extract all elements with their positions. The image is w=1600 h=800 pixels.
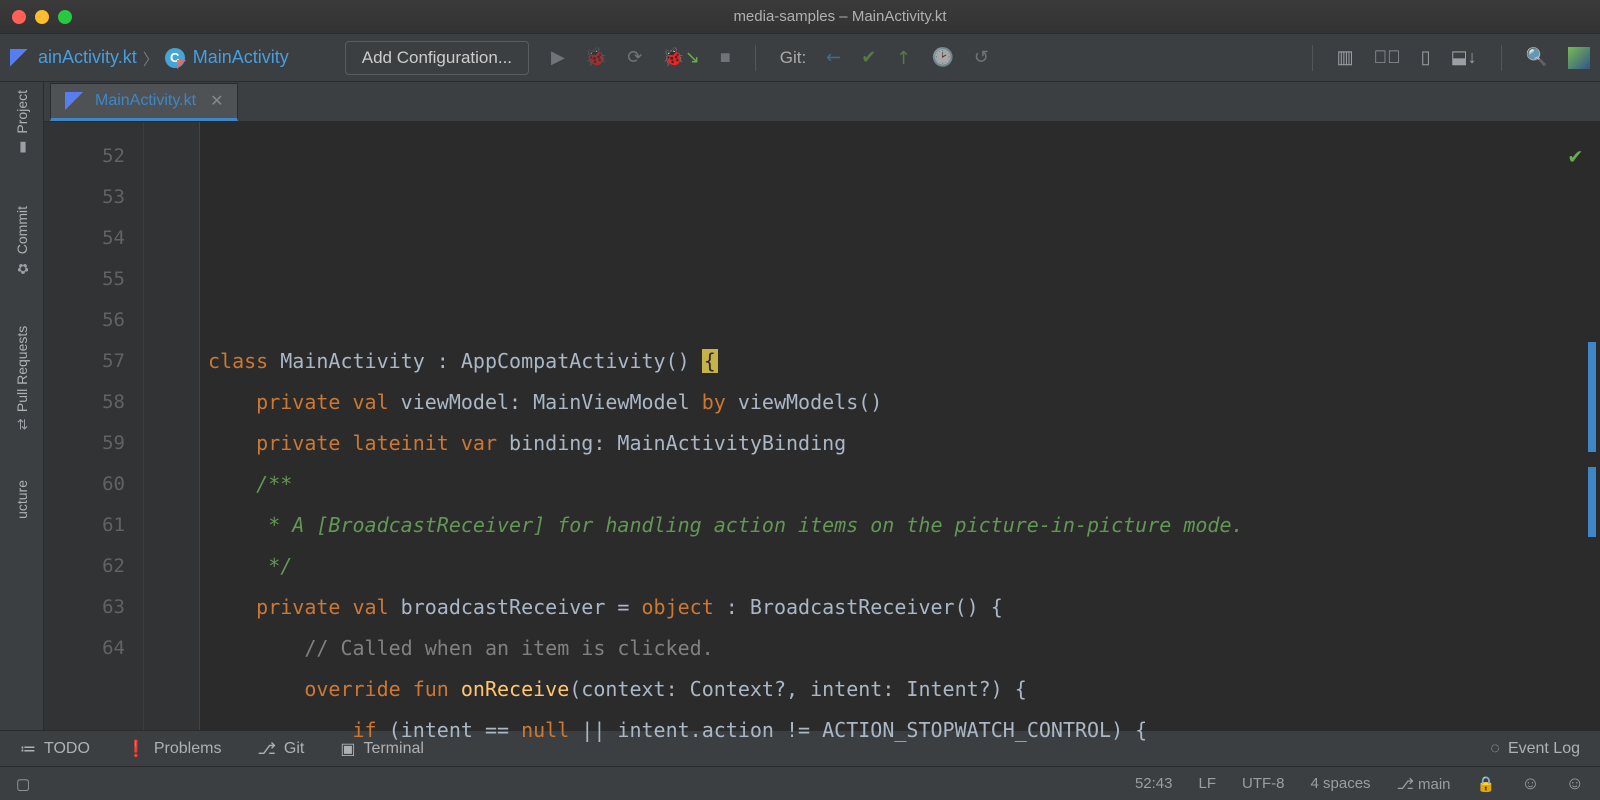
window-title: media-samples – MainActivity.kt <box>92 8 1588 25</box>
chevron-right-icon: 〉 <box>143 46 159 70</box>
maximize-window-icon[interactable] <box>58 10 72 24</box>
code-line[interactable]: if (intent == null || intent.action != A… <box>208 710 1600 751</box>
device-manager-icon[interactable]: ▯ <box>1421 47 1431 68</box>
breadcrumb-file[interactable]: ainActivity.kt <box>38 47 137 68</box>
commit-icon: ✿ <box>14 260 30 276</box>
main-toolbar: ainActivity.kt 〉 C MainActivity Add Conf… <box>0 34 1600 82</box>
status-line-col[interactable]: 52:43 <box>1135 775 1173 792</box>
git-rollback-icon[interactable]: ↺ <box>974 47 989 68</box>
status-indent[interactable]: 4 spaces <box>1311 775 1371 792</box>
code-line[interactable]: class MainActivity : AppCompatActivity()… <box>208 341 1600 382</box>
code-line[interactable]: */ <box>208 546 1600 587</box>
separator <box>1312 45 1313 71</box>
editor-tab-label: MainActivity.kt <box>95 92 196 110</box>
window-controls <box>12 10 72 24</box>
code-line[interactable]: override fun onReceive(context: Context?… <box>208 669 1600 710</box>
search-icon[interactable]: 🔍 <box>1526 47 1548 68</box>
breadcrumb[interactable]: ainActivity.kt 〉 C MainActivity <box>10 46 289 70</box>
code-line[interactable]: * A [BroadcastReceiver] for handling act… <box>208 505 1600 546</box>
folder-icon: ▮ <box>14 140 30 156</box>
code-line[interactable]: private val broadcastReceiver = object :… <box>208 587 1600 628</box>
inspection-ok-icon[interactable]: ✔ <box>1569 136 1582 177</box>
run-emulator-icon[interactable]: ▶⃞ <box>1374 47 1401 68</box>
right-stripe-marker[interactable] <box>1588 342 1596 452</box>
memory-indicator-icon[interactable]: ☺ <box>1521 773 1539 794</box>
ide-status-icon[interactable]: ☺ <box>1566 773 1584 794</box>
debug-icon[interactable]: 🐞 <box>585 47 607 68</box>
breadcrumb-class[interactable]: MainActivity <box>193 47 289 68</box>
code-editor[interactable]: 52535455565758596061626364 ✔ class MainA… <box>44 122 1600 730</box>
add-configuration-button[interactable]: Add Configuration... <box>345 41 529 75</box>
git-commit-icon[interactable]: ✔ <box>861 47 876 68</box>
minimize-window-icon[interactable] <box>35 10 49 24</box>
code-line[interactable]: /** <box>208 464 1600 505</box>
kotlin-class-icon: C <box>165 48 185 68</box>
branch-icon: ⎇ <box>1397 776 1418 793</box>
fold-gutter[interactable] <box>144 122 200 730</box>
lock-icon[interactable]: 🔒 <box>1477 775 1496 793</box>
left-tool-strip: ▮Project ✿Commit ⇄Pull Requests ucture <box>0 82 44 730</box>
status-branch[interactable]: ⎇ main <box>1397 775 1451 793</box>
tool-project[interactable]: ▮Project <box>14 90 30 156</box>
list-icon: ≔ <box>20 739 36 759</box>
pull-request-icon: ⇄ <box>14 418 30 430</box>
status-line-separator[interactable]: LF <box>1199 775 1217 792</box>
run-icon[interactable]: ▶ <box>551 47 565 68</box>
profile-icon[interactable]: 🐞↘ <box>662 47 700 68</box>
editor-tabs: MainActivity.kt ✕ <box>44 82 1600 122</box>
kotlin-file-icon <box>65 92 83 110</box>
separator <box>755 45 756 71</box>
git-history-icon[interactable]: 🕑 <box>931 47 953 68</box>
toolwindow-quick-icon[interactable]: ▢ <box>16 775 30 793</box>
kotlin-file-icon <box>10 49 28 67</box>
close-window-icon[interactable] <box>12 10 26 24</box>
editor-tab[interactable]: MainActivity.kt ✕ <box>50 83 238 121</box>
git-update-icon[interactable]: ↙ <box>821 45 847 71</box>
code-line[interactable]: private lateinit var binding: MainActivi… <box>208 423 1600 464</box>
sdk-manager-icon[interactable]: ⬓↓ <box>1451 47 1477 68</box>
stop-icon[interactable]: ■ <box>720 47 731 68</box>
avatar[interactable] <box>1568 47 1590 69</box>
line-number-gutter[interactable]: 52535455565758596061626364 <box>44 122 144 730</box>
tool-commit[interactable]: ✿Commit <box>14 206 30 276</box>
status-bar: ▢ 52:43 LF UTF-8 4 spaces ⎇ main 🔒 ☺ ☺ <box>0 766 1600 800</box>
tool-todo[interactable]: ≔TODO <box>20 739 90 759</box>
coverage-icon[interactable]: ⟳ <box>627 47 642 68</box>
close-tab-icon[interactable]: ✕ <box>210 91 223 111</box>
separator <box>1501 45 1502 71</box>
git-push-icon[interactable]: ↗ <box>891 45 917 71</box>
right-stripe-marker[interactable] <box>1588 467 1596 537</box>
git-label: Git: <box>780 48 806 68</box>
tool-pull-requests[interactable]: ⇄Pull Requests <box>14 326 30 430</box>
code-line[interactable]: private val viewModel: MainViewModel by … <box>208 382 1600 423</box>
code-content[interactable]: ✔ class MainActivity : AppCompatActivity… <box>200 122 1600 730</box>
tool-structure[interactable]: ucture <box>14 480 30 519</box>
status-encoding[interactable]: UTF-8 <box>1242 775 1285 792</box>
project-structure-icon[interactable]: ▥ <box>1337 47 1354 68</box>
titlebar: media-samples – MainActivity.kt <box>0 0 1600 34</box>
code-line[interactable]: // Called when an item is clicked. <box>208 628 1600 669</box>
warning-icon: ❗ <box>126 739 146 759</box>
